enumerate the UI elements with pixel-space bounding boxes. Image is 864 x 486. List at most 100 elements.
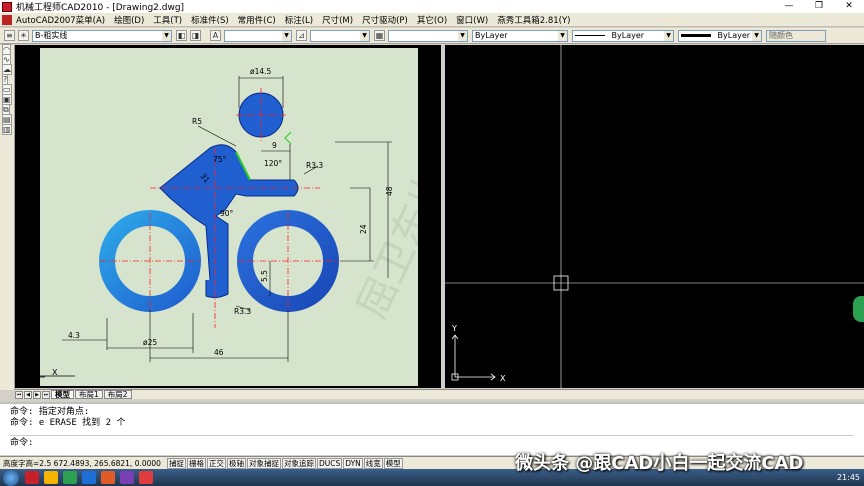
ucs-y-label-right: Y xyxy=(451,324,457,333)
chevron-down-icon: ▼ xyxy=(752,30,761,41)
otrack-toggle[interactable]: 对象追踪 xyxy=(281,457,316,469)
dim-24: 24 xyxy=(359,224,368,234)
text-style-dropdown[interactable]: ▼ xyxy=(224,29,292,42)
minimize-button[interactable]: — xyxy=(774,0,804,13)
dim-style-dropdown[interactable]: ▼ xyxy=(310,29,370,42)
snap-marker xyxy=(284,131,292,145)
model-toggle[interactable]: 模型 xyxy=(383,457,403,469)
document-icon xyxy=(2,14,12,25)
menu-common-parts[interactable]: 常用件(C) xyxy=(238,14,276,26)
rider-foot xyxy=(205,280,229,299)
menu-draw[interactable]: 绘图(D) xyxy=(114,14,144,26)
taskbar-app-icon[interactable] xyxy=(63,471,77,484)
layer-dropdown[interactable]: B-粗实线 ▼ xyxy=(32,29,172,42)
taskbar-app-icon[interactable] xyxy=(44,471,58,484)
taskbar-app-icon[interactable] xyxy=(101,471,115,484)
model-viewport-right[interactable]: Y X xyxy=(443,45,864,388)
dim-d25: ø25 xyxy=(143,338,157,347)
overlay-watermark: 微头条 @跟CAD小白一起交流CAD xyxy=(515,453,804,474)
dim-46: 46 xyxy=(214,348,224,357)
lineweight-value: ByLayer xyxy=(717,30,751,40)
taskbar-app-icon[interactable] xyxy=(139,471,153,484)
lineweight-dropdown[interactable]: ByLayer ▼ xyxy=(678,29,762,42)
lineweight-toggle[interactable]: 线宽 xyxy=(363,457,383,469)
layer-value: B-粗实线 xyxy=(35,30,68,40)
floating-side-button[interactable] xyxy=(853,296,864,322)
chevron-down-icon: ▼ xyxy=(282,30,291,41)
title-bar: 机械工程师CAD2010 - [Drawing2.dwg] — ❐ ✕ xyxy=(0,0,864,13)
tab-layout1[interactable]: 布局1 xyxy=(75,390,103,399)
cad-application: 机械工程师CAD2010 - [Drawing2.dwg] — ❐ ✕ Auto… xyxy=(0,0,864,486)
dim-90deg: 90° xyxy=(220,209,234,218)
table-style-dropdown[interactable]: ▼ xyxy=(388,29,468,42)
properties-icon[interactable]: ▥ xyxy=(2,124,12,135)
menu-other[interactable]: 其它(O) xyxy=(417,14,447,26)
plotstyle-value: 随颜色 xyxy=(769,30,793,40)
maximize-button[interactable]: ❐ xyxy=(804,0,834,13)
layer-manager-icon[interactable]: ≡ xyxy=(4,30,15,41)
ucs-y-label-left: Y xyxy=(27,323,33,332)
menu-standard-parts[interactable]: 标准件(S) xyxy=(191,14,229,26)
menu-dimension[interactable]: 尺寸(M) xyxy=(322,14,353,26)
snap-toggle[interactable]: 捕捉 xyxy=(166,457,186,469)
next-tab-icon[interactable]: ▶ xyxy=(33,390,41,399)
dim-5_5: 5.5 xyxy=(260,270,269,282)
dimension-texts: ø14.5 R5 9 75° 120° R3.3 48 31 90° 24 5.… xyxy=(68,67,394,357)
window-title: 机械工程师CAD2010 - [Drawing2.dwg] xyxy=(16,3,185,13)
chevron-down-icon: ▼ xyxy=(360,30,369,41)
layer-match-icon[interactable]: ◨ xyxy=(190,30,201,41)
dim-r5: R5 xyxy=(192,117,202,126)
cyclist-drawing: 屈卫东出品 ø14.5 R5 9 75° 120° R3.3 48 31 90°… xyxy=(27,67,474,380)
close-button[interactable]: ✕ xyxy=(834,0,864,13)
tab-layout2[interactable]: 布局2 xyxy=(103,390,132,399)
menu-window[interactable]: 窗口(W) xyxy=(456,14,488,26)
ucs-x-label-right: X xyxy=(500,374,506,383)
taskbar-app-icon[interactable] xyxy=(25,471,39,484)
ducs-toggle[interactable]: DUCS xyxy=(316,457,343,469)
layer-toolbar: ≡ ☀ B-粗实线 ▼ ◧ ◨ A ▼ ⊿ ▼ ▦ ▼ ByLayer ▼ By… xyxy=(0,28,864,44)
dim-48: 48 xyxy=(385,186,394,196)
lineweight-sample xyxy=(681,33,711,37)
ortho-toggle[interactable]: 正交 xyxy=(206,457,226,469)
command-prompt[interactable]: 命令: xyxy=(10,435,854,448)
drawing-paper[interactable]: 屈卫东出品 ø14.5 R5 9 75° 120° R3.3 48 31 90°… xyxy=(27,48,474,386)
window-controls: — ❐ ✕ xyxy=(774,0,864,13)
layer-previous-icon[interactable]: ◧ xyxy=(176,30,187,41)
dimension-lines xyxy=(62,76,392,362)
menu-yanxiu-toolbox[interactable]: 燕秀工具箱2.81(Y) xyxy=(497,14,570,26)
dim-120deg: 120° xyxy=(264,159,282,168)
color-value: ByLayer xyxy=(475,30,508,40)
dyn-toggle[interactable]: DYN xyxy=(343,457,363,469)
bulb-icon[interactable]: ☀ xyxy=(18,30,29,41)
first-tab-icon[interactable]: ⏮ xyxy=(15,390,23,399)
ucs-icon-right xyxy=(451,334,496,381)
text-style-icon[interactable]: A xyxy=(210,30,221,41)
dim-4_3: 4.3 xyxy=(68,331,80,340)
linetype-dropdown[interactable]: ByLayer ▼ xyxy=(572,29,674,42)
color-dropdown[interactable]: ByLayer ▼ xyxy=(472,29,568,42)
menu-autocad2007[interactable]: AutoCAD2007菜单(A) xyxy=(16,14,105,26)
plotstyle-dropdown[interactable]: 随颜色 xyxy=(766,29,826,42)
crosshair-viewport: Y X xyxy=(445,45,864,388)
menu-tools[interactable]: 工具(T) xyxy=(153,14,182,26)
chevron-down-icon: ▼ xyxy=(558,30,567,41)
taskbar-app-icon[interactable] xyxy=(82,471,96,484)
menu-annotate[interactable]: 标注(L) xyxy=(285,14,313,26)
polar-toggle[interactable]: 极轴 xyxy=(226,457,246,469)
start-button[interactable] xyxy=(3,469,19,486)
dim-style-icon[interactable]: ⊿ xyxy=(296,30,307,41)
command-history-line: 命令: e ERASE 找到 2 个 xyxy=(10,418,126,428)
osnap-toggle[interactable]: 对象捕捉 xyxy=(246,457,281,469)
table-style-icon[interactable]: ▦ xyxy=(374,30,385,41)
command-window[interactable]: 命令: 指定对角点: 命令: e ERASE 找到 2 个 命令: xyxy=(0,402,864,455)
last-tab-icon[interactable]: ⏭ xyxy=(42,390,50,399)
chevron-down-icon: ▼ xyxy=(458,30,467,41)
dim-r3_3-top: R3.3 xyxy=(306,161,323,170)
tab-model[interactable]: 模型 xyxy=(51,390,74,399)
app-icon xyxy=(2,1,12,12)
prev-tab-icon[interactable]: ◀ xyxy=(24,390,32,399)
menu-dimension-drive[interactable]: 尺寸驱动(P) xyxy=(362,14,408,26)
taskbar-app-icon[interactable] xyxy=(120,471,134,484)
coordinate-readout: 高度字高=2.5 672.4893, 265.6821, 0.0000 xyxy=(3,458,161,468)
grid-toggle[interactable]: 栅格 xyxy=(186,457,206,469)
